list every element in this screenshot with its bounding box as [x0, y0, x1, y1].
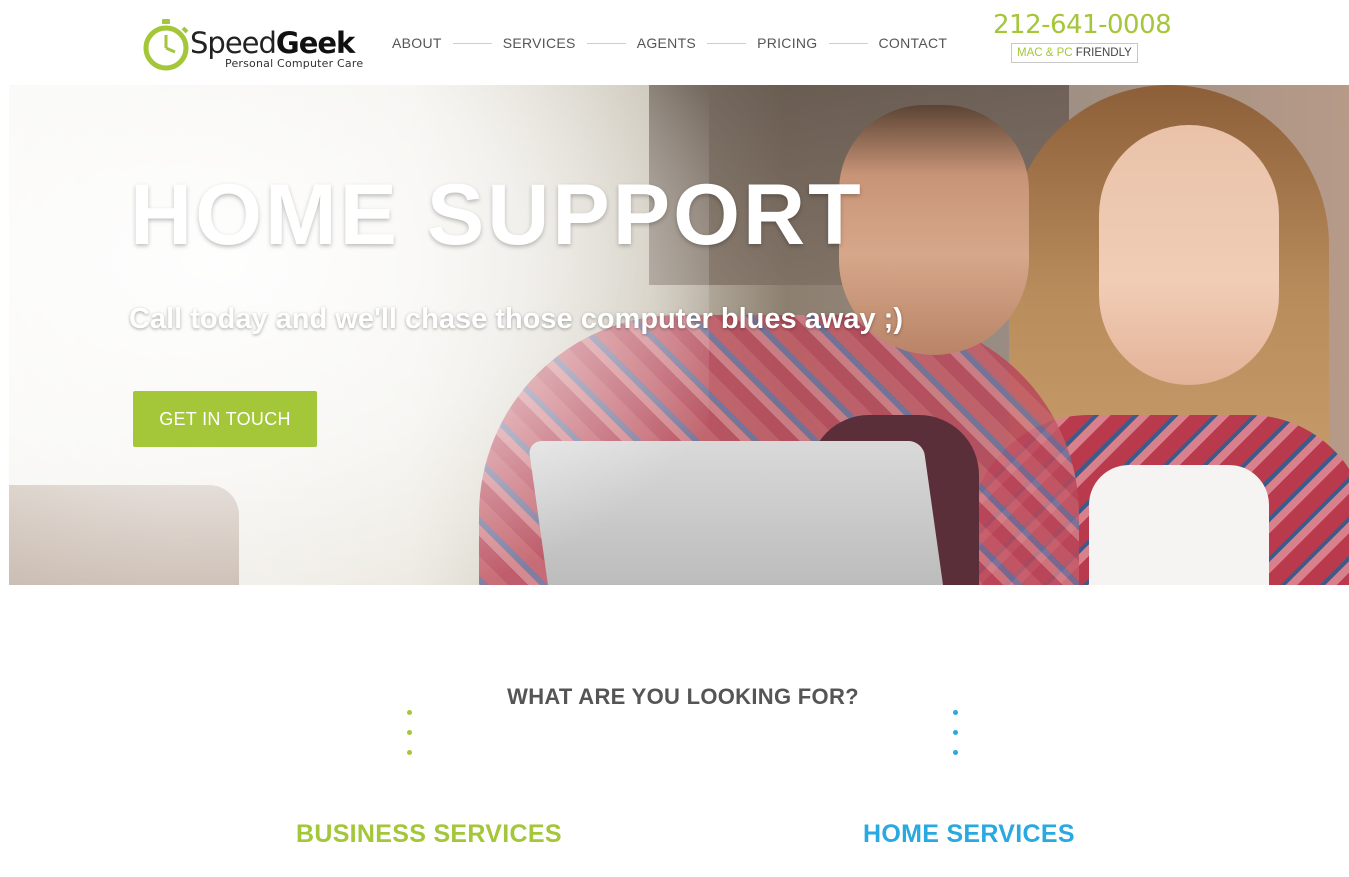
dot — [953, 730, 958, 735]
section-title: WHAT ARE YOU LOOKING FOR? — [507, 684, 859, 709]
business-services-link[interactable]: BUSINESS SERVICES — [296, 820, 562, 849]
nav-item-services[interactable]: SERVICES — [503, 35, 576, 51]
phone-number[interactable]: 212-641-0008 — [993, 10, 1172, 40]
badge-platforms: MAC & PC — [1017, 47, 1073, 59]
mac-pc-badge: MAC & PC FRIENDLY — [1011, 43, 1138, 63]
nav-divider — [828, 42, 868, 44]
nav-item-pricing[interactable]: PRICING — [757, 35, 817, 51]
nav-item-contact[interactable]: CONTACT — [879, 35, 948, 51]
nav-item-about[interactable]: ABOUT — [392, 35, 442, 51]
hero-subtitle: Call today and we'll chase those compute… — [129, 303, 903, 335]
dot — [407, 750, 412, 755]
nav-divider — [586, 42, 626, 44]
logo[interactable]: SpeedGeek Personal Computer Care — [142, 18, 363, 72]
home-dots-decoration — [953, 710, 959, 770]
dot — [407, 730, 412, 735]
hero-banner: HOME SUPPORT Call today and we'll chase … — [9, 85, 1349, 585]
business-dots-decoration — [407, 710, 413, 770]
dot — [953, 750, 958, 755]
hero-photo-woman-face — [1099, 125, 1279, 385]
site-header: SpeedGeek Personal Computer Care ABOUT S… — [0, 0, 1349, 85]
dot — [953, 710, 958, 715]
nav-item-agents[interactable]: AGENTS — [637, 35, 696, 51]
hero-photo-woman-tee — [1089, 465, 1269, 585]
main-nav: ABOUT SERVICES AGENTS PRICING CONTACT — [392, 33, 947, 53]
stopwatch-icon — [143, 19, 189, 71]
nav-divider — [452, 42, 492, 44]
badge-friendly: FRIENDLY — [1075, 47, 1132, 59]
logo-word-geek: Geek — [275, 26, 355, 60]
dot — [407, 710, 412, 715]
logo-word-speed: Speed — [190, 26, 277, 60]
hero-title: HOME SUPPORT — [130, 167, 864, 263]
get-in-touch-button[interactable]: GET IN TOUCH — [133, 391, 317, 447]
home-services-link[interactable]: HOME SERVICES — [863, 820, 1075, 849]
logo-tagline: Personal Computer Care — [225, 57, 364, 70]
nav-divider — [707, 42, 747, 44]
